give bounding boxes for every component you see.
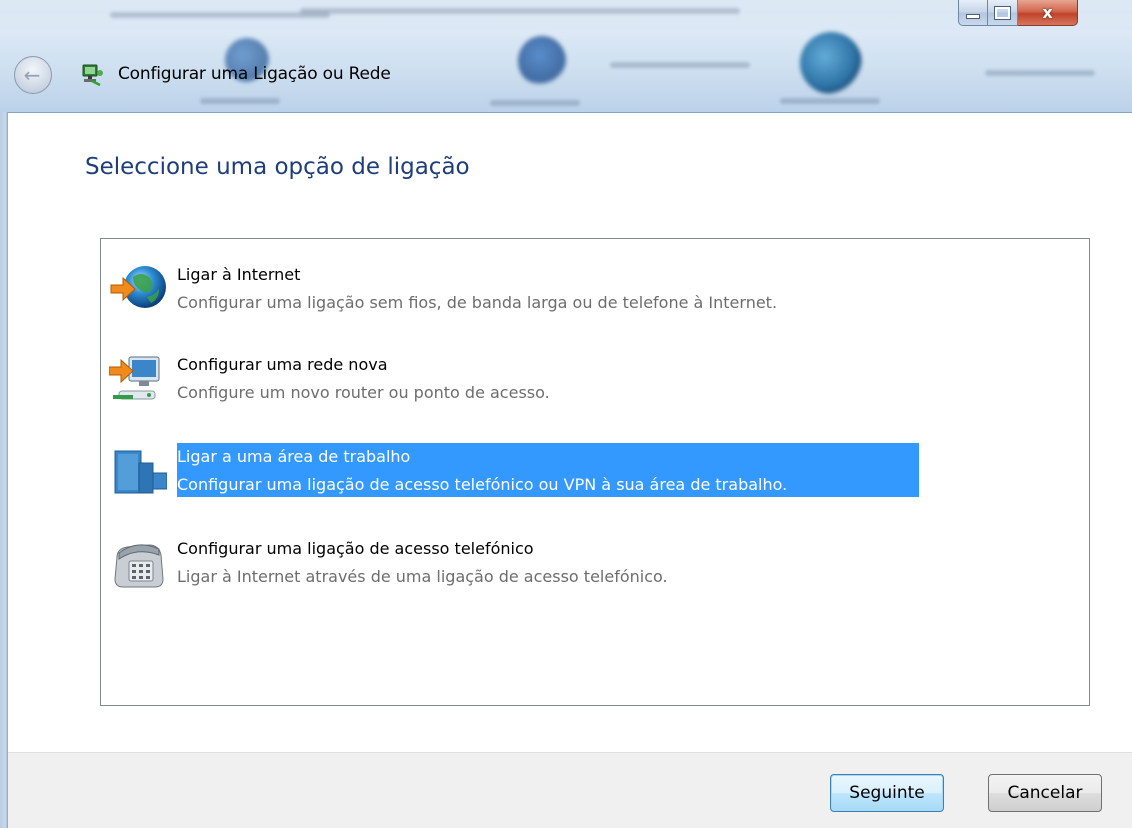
close-button[interactable]: x: [1018, 0, 1078, 26]
option-title: Ligar a uma área de trabalho: [177, 447, 411, 466]
minimize-icon: [966, 14, 980, 19]
workplace-icon: [114, 450, 167, 494]
option-description: Configurar uma ligação de acesso telefón…: [177, 475, 788, 494]
list-item-dialup[interactable]: Configurar uma ligação de acesso telefón…: [101, 535, 1089, 599]
dialog-footer: [8, 752, 1132, 828]
minimize-button[interactable]: [958, 0, 988, 26]
list-item-connect-internet[interactable]: Ligar à Internet Configurar uma ligação …: [101, 259, 1089, 323]
background-blur-icon: [518, 36, 566, 86]
background-blur-text: [300, 8, 740, 14]
window-controls: x: [958, 0, 1078, 28]
option-text: Configurar uma ligação de acesso telefón…: [177, 535, 668, 591]
cancel-button[interactable]: Cancelar: [988, 774, 1102, 812]
background-blur-text: [110, 12, 330, 18]
option-title: Configurar uma rede nova: [177, 355, 388, 374]
background-blur-text: [200, 98, 280, 104]
maximize-button[interactable]: [988, 0, 1018, 26]
window-title: Configurar uma Ligação ou Rede: [118, 64, 391, 84]
background-blur-globe-icon: [800, 32, 862, 94]
options-list: Ligar à Internet Configurar uma ligação …: [100, 238, 1090, 706]
option-title: Configurar uma ligação de acesso telefón…: [177, 539, 534, 558]
list-item-new-network[interactable]: Configurar uma rede nova Configure um no…: [101, 351, 1089, 415]
network-setup-icon: [82, 64, 103, 87]
page-title: Seleccione uma opção de ligação: [85, 154, 470, 180]
next-button[interactable]: Seguinte: [830, 774, 944, 812]
option-description: Ligar à Internet através de uma ligação …: [177, 567, 668, 586]
option-text: Ligar à Internet Configurar uma ligação …: [177, 261, 777, 317]
option-description: Configure um novo router ou ponto de ace…: [177, 383, 550, 402]
back-button[interactable]: ←: [14, 56, 52, 94]
background-blur-text: [780, 98, 880, 104]
close-icon: x: [1042, 3, 1053, 22]
option-text: Ligar a uma área de trabalho Configurar …: [177, 443, 787, 499]
maximize-icon: [994, 5, 1011, 20]
background-blur-text: [985, 70, 1095, 76]
back-arrow-icon: ←: [23, 63, 41, 87]
list-item-connect-workplace[interactable]: Ligar a uma área de trabalho Configurar …: [101, 443, 1089, 507]
background-blur-text: [490, 100, 580, 106]
dialup-phone-icon: [114, 544, 164, 588]
globe-internet-icon: [110, 266, 166, 308]
option-text: Configurar uma rede nova Configure um no…: [177, 351, 550, 407]
background-blur-text: [610, 62, 750, 68]
window-frame: [0, 112, 8, 828]
new-network-icon: [109, 356, 160, 400]
option-description: Configurar uma ligação sem fios, de band…: [177, 293, 778, 312]
option-title: Ligar à Internet: [177, 265, 301, 284]
